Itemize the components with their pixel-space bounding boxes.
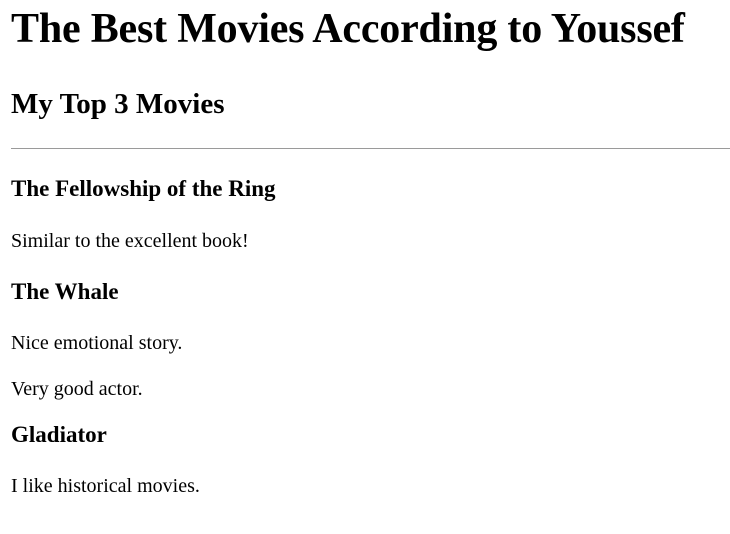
page-content: The Best Movies According to Youssef My … — [0, 0, 730, 498]
movie-note: Similar to the excellent book! — [11, 230, 249, 252]
page-title: The Best Movies According to Youssef — [11, 6, 685, 52]
movie-item-gladiator: Gladiator I like historical movies. — [11, 422, 730, 498]
movie-title: The Whale — [11, 279, 119, 304]
movie-item-fellowship: The Fellowship of the Ring Similar to th… — [11, 176, 730, 253]
page-subtitle: My Top 3 Movies — [11, 88, 225, 120]
movie-note: Nice emotional story. — [11, 332, 183, 354]
movie-note: I like historical movies. — [11, 475, 200, 497]
movie-item-whale: The Whale Nice emotional story. Very goo… — [11, 279, 730, 401]
movie-title: The Fellowship of the Ring — [11, 176, 276, 201]
movie-note: Very good actor. — [11, 378, 143, 400]
movie-title: Gladiator — [11, 422, 107, 447]
divider — [11, 148, 730, 149]
